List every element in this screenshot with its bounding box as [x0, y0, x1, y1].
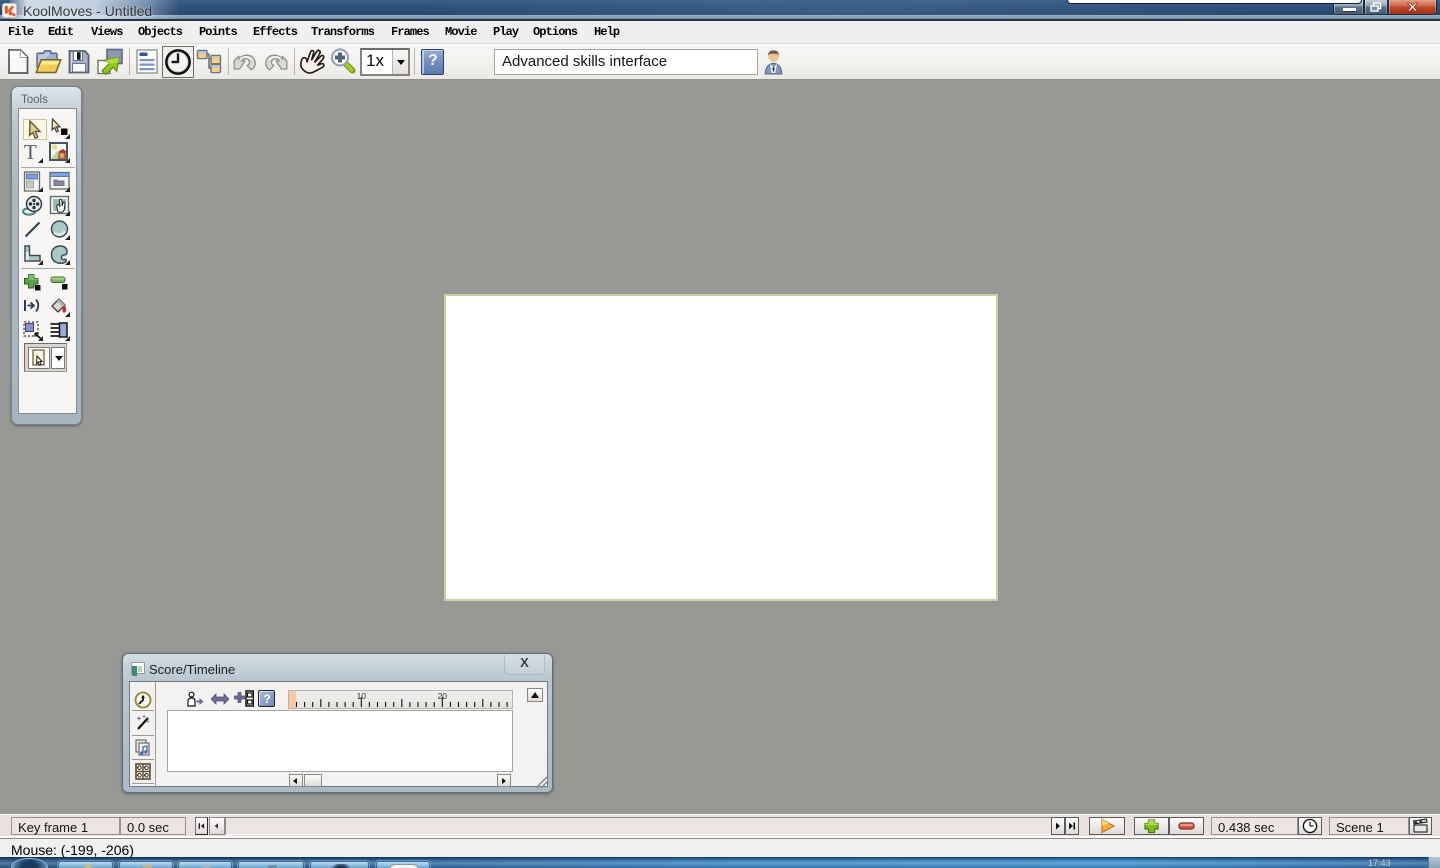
svg-text:10: 10 [357, 691, 367, 701]
svg-text:20: 20 [438, 691, 448, 701]
